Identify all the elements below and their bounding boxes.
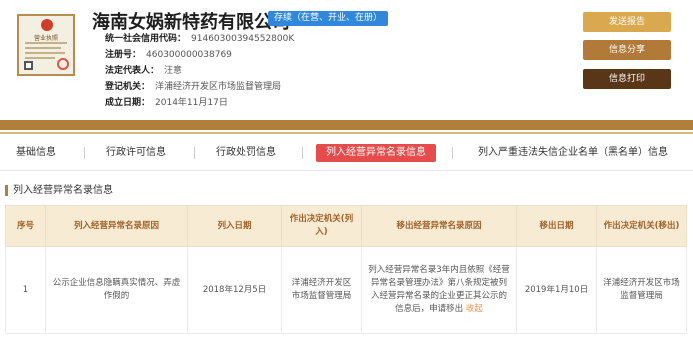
national-emblem-icon [41,19,53,31]
info-value: 460300000038769 [146,50,232,60]
tab-admin-penalty[interactable]: 行政处罚信息 [216,144,276,162]
info-value: 汪意 [164,66,183,76]
collapse-link[interactable]: 收起 [466,304,483,314]
info-label: 注册号： [105,50,142,60]
column-header-reason-out: 移出经营异常名录原因 [361,205,517,247]
send-report-button[interactable]: 发送报告 [583,12,671,32]
license-text-line [25,52,65,54]
tabs-underline [0,170,693,171]
business-license-thumbnail[interactable]: 营业执照 [17,14,75,76]
table-row: 1 公示企业信息隐瞒真实情况、弄虚作假的 2018年12月5日 洋浦经济开发区市… [5,246,687,334]
status-badge: 存续（在营、开业、在册） [268,11,389,26]
license-title: 营业执照 [33,35,58,42]
print-info-button[interactable]: 信息打印 [583,69,671,89]
abnormal-operation-table: 序号 列入经营异常名录原因 列入日期 作出决定机关(列入) 移出经营异常名录原因… [5,205,687,334]
tab-separator [84,147,85,159]
qr-code-icon [24,61,33,70]
cell-date-out: 2019年1月10日 [516,246,597,334]
share-info-button[interactable]: 信息分享 [583,40,671,60]
section-title: 列入经营异常名录信息 [5,185,113,196]
license-text-line [25,57,55,59]
column-header-date-out: 移出日期 [516,205,597,247]
cell-authority-in: 洋浦经济开发区市场监督管理局 [281,246,362,334]
tab-separator [194,147,195,159]
company-header: 营业执照 海南女娲新特药有限公司 存续（在营、开业、在册） 统一社会信用代码： 9… [0,0,693,120]
info-credit-code: 统一社会信用代码： 91460300394552800K [105,31,294,44]
official-seal-icon [57,58,69,70]
column-header-authority-in: 作出决定机关(列入) [281,205,362,247]
table-header-row: 序号 列入经营异常名录原因 列入日期 作出决定机关(列入) 移出经营异常名录原因… [5,205,687,247]
tab-basic-info[interactable]: 基础信息 [16,144,56,162]
info-label: 法定代表人： [105,66,160,76]
info-legal-representative: 法定代表人： 汪意 [105,63,182,76]
info-tabs: 基础信息 行政许可信息 行政处罚信息 列入经营异常名录信息 列入严重违法失信企业… [0,140,693,166]
license-text-line [25,47,61,49]
tab-blacklist[interactable]: 列入严重违法失信企业名单（黑名单）信息 [478,144,668,162]
column-header-index: 序号 [5,205,46,247]
cell-reason-in: 公示企业信息隐瞒真实情况、弄虚作假的 [45,246,188,334]
info-value: 91460300394552800K [191,34,295,44]
info-established-date: 成立日期： 2014年11月17日 [105,95,228,108]
tab-separator [302,147,303,159]
column-header-date-in: 列入日期 [187,205,282,247]
license-text-line [25,42,67,44]
cell-index: 1 [5,246,46,334]
tab-admin-license[interactable]: 行政许可信息 [106,144,166,162]
cell-reason-out: 列入经营异常名录3年内且依照《经营异常名录管理办法》第八条规定被列入经营异常名录… [361,246,517,334]
cell-authority-out: 洋浦经济开发区市场监督管理局 [596,246,687,334]
tab-abnormal-operation[interactable]: 列入经营异常名录信息 [316,144,436,162]
column-header-authority-out: 作出决定机关(移出) [596,205,687,247]
info-value: 2014年11月17日 [155,98,228,108]
info-label: 成立日期： [105,98,151,108]
reason-out-text: 列入经营异常名录3年内且依照《经营异常名录管理办法》第八条规定被列入经营异常名录… [368,265,510,314]
tab-separator [452,147,453,159]
cell-date-in: 2018年12月5日 [187,246,282,334]
column-header-reason-in: 列入经营异常名录原因 [45,205,188,247]
info-value: 洋浦经济开发区市场监督管理局 [155,82,282,92]
info-registration-authority: 登记机关： 洋浦经济开发区市场监督管理局 [105,79,281,92]
info-label: 统一社会信用代码： [105,34,187,44]
info-registration-number: 注册号： 460300000038769 [105,47,232,60]
header-divider-bar [0,120,693,130]
info-label: 登记机关： [105,82,151,92]
header-divider-line [0,132,693,134]
